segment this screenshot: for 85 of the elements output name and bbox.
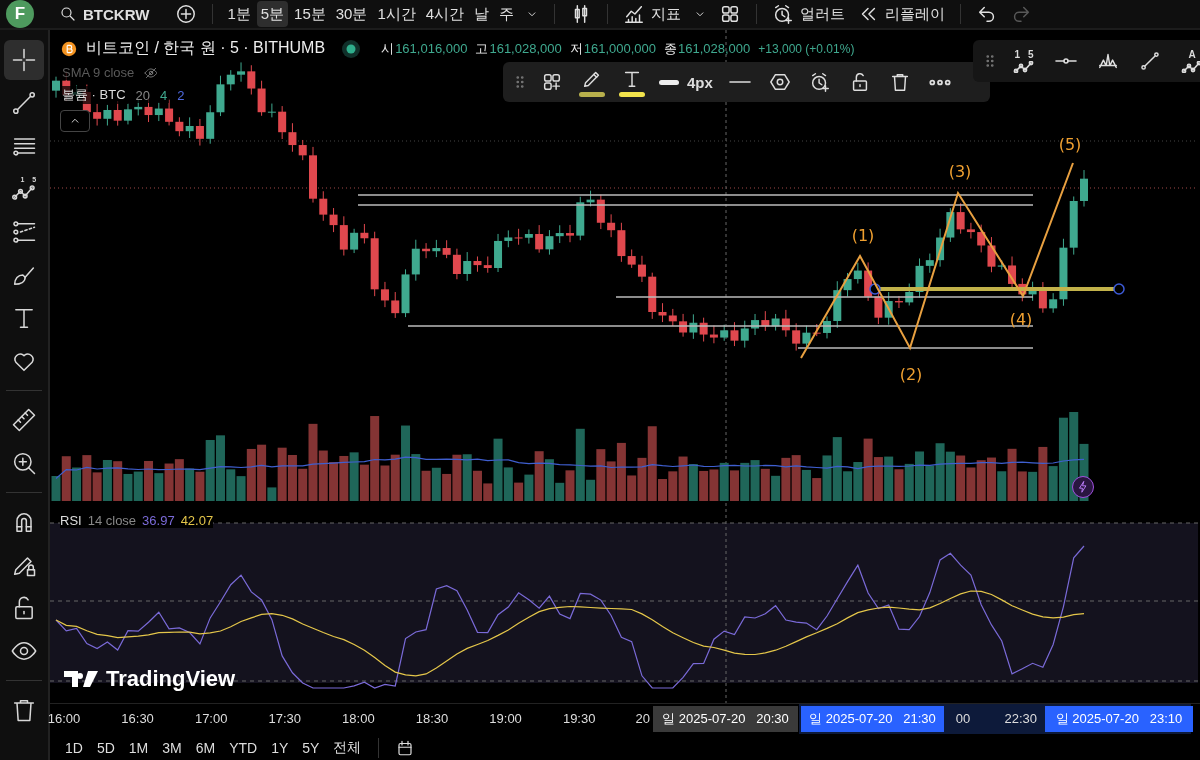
ohlc-value: 시 161,016,000 xyxy=(381,39,468,58)
alarm-plus-icon xyxy=(772,3,795,25)
time-tick: 19:30 xyxy=(562,711,596,726)
plus-circle-icon xyxy=(175,3,198,25)
search-icon xyxy=(59,5,77,23)
time-range-button[interactable]: 1D xyxy=(60,739,88,756)
settings-icon xyxy=(768,71,791,93)
add-template-icon xyxy=(541,71,563,93)
interval-button[interactable]: 날 xyxy=(470,1,494,27)
interval-button[interactable]: 4시간 xyxy=(421,1,469,27)
interval-button[interactable]: 1분 xyxy=(223,1,255,27)
volume-indicator-label[interactable]: 볼륨 · BTC xyxy=(60,86,128,104)
horizontal-line-icon xyxy=(1055,58,1077,64)
symbol-title[interactable]: 비트코인 / 한국 원 · 5 · BITHUMB xyxy=(86,38,326,59)
time-tick: 17:30 xyxy=(268,711,302,726)
time-marker-label: 일 2025-07-20 20:30 xyxy=(653,706,798,732)
crosshair-tool-button[interactable] xyxy=(4,40,44,80)
text-color-swatch xyxy=(619,91,645,97)
crosshair-icon xyxy=(10,46,38,74)
rsi-label[interactable]: RSI xyxy=(60,513,82,528)
wave-label: (2) xyxy=(899,365,923,384)
replay-button[interactable]: 리플레이 xyxy=(852,1,951,27)
time-tick: 18:30 xyxy=(415,711,449,726)
time-tick: 16:30 xyxy=(121,711,154,726)
horizontal-ray-drawing[interactable] xyxy=(869,283,1125,295)
rsi-params: 14 close xyxy=(87,513,137,528)
logo-icon xyxy=(64,669,100,689)
interval-button[interactable]: 30분 xyxy=(331,1,372,27)
rsi-value: 36.97 xyxy=(142,513,175,528)
eye-off-icon[interactable] xyxy=(144,65,159,80)
time-range-button[interactable]: 6M xyxy=(190,739,221,756)
price-change: +13,000 (+0.01%) xyxy=(758,41,855,56)
alert-button[interactable]: 얼러트 xyxy=(767,1,851,27)
line-color-swatch xyxy=(579,91,605,97)
elliott-wave-tool-button[interactable]: 1 5 xyxy=(1007,44,1041,78)
ruler-icon xyxy=(10,406,38,434)
time-range-button[interactable]: 5D xyxy=(91,739,120,756)
indicators-button[interactable]: 지표 xyxy=(618,1,687,27)
trend-line-icon xyxy=(1139,50,1161,72)
time-range-button[interactable]: 1Y xyxy=(266,739,294,756)
time-tick: 22:30 xyxy=(1004,711,1038,726)
wave-icon xyxy=(1181,61,1200,73)
wave-letter-label: A xyxy=(1188,49,1196,60)
ohlc-value: 저 161,000,000 xyxy=(569,39,656,58)
brand-logo-text: TradingView xyxy=(106,666,236,692)
wave-label: (5) xyxy=(1058,135,1082,154)
wave-number-label: 1 xyxy=(1014,49,1020,60)
time-marker-label: 일 2025-07-20 23:10 xyxy=(1045,706,1193,732)
ohlc-value: 종 161,028,000 xyxy=(664,39,751,58)
solid-line-icon xyxy=(728,80,751,84)
market-status-icon xyxy=(341,38,362,59)
line-width-button[interactable]: 4px xyxy=(655,65,717,99)
calendar-icon xyxy=(396,738,415,757)
line-width-sample xyxy=(659,79,679,85)
elliott-wave-line[interactable] xyxy=(800,162,1074,359)
time-tick: 00 xyxy=(955,711,971,726)
time-tick: 17:00 xyxy=(194,711,228,726)
wave-number-label: 5 xyxy=(1028,49,1034,60)
time-tick: 19:00 xyxy=(489,711,522,726)
time-tick: 16:00 xyxy=(47,711,81,726)
trend-line-icon xyxy=(10,89,38,117)
wave-icon xyxy=(1013,61,1035,73)
wave-label: (1) xyxy=(851,226,875,245)
interval-button[interactable]: 5분 xyxy=(256,1,289,27)
indicators-icon xyxy=(623,3,646,25)
time-range-button[interactable]: 전체 xyxy=(328,738,367,757)
time-range-button[interactable]: 5Y xyxy=(297,739,325,756)
wave-label: (3) xyxy=(948,162,972,181)
time-tick: 18:00 xyxy=(342,711,375,726)
interval-button[interactable]: 주 xyxy=(495,1,519,27)
more-icon xyxy=(928,78,951,86)
time-marker-label: 일 2025-07-20 21:30 xyxy=(801,706,944,732)
interval-button[interactable]: 15분 xyxy=(290,1,330,27)
abc-wave-tool-button[interactable]: A xyxy=(1175,44,1200,78)
time-range-button[interactable]: 1M xyxy=(123,739,154,756)
ohlc-value: 고 161,028,000 xyxy=(475,39,562,58)
rsi-average-value: 42.07 xyxy=(180,513,214,528)
time-range-button[interactable]: YTD xyxy=(224,739,263,756)
symbol-search-button[interactable]: BTCKRW xyxy=(54,1,155,27)
time-range-button[interactable]: 3M xyxy=(157,739,187,756)
wave-label: (4) xyxy=(1009,310,1033,329)
parallel-channel-icon xyxy=(10,218,38,246)
bitcoin-icon xyxy=(60,39,78,58)
interval-button[interactable]: 1시간 xyxy=(373,1,420,27)
time-tick: 20 xyxy=(635,711,651,726)
